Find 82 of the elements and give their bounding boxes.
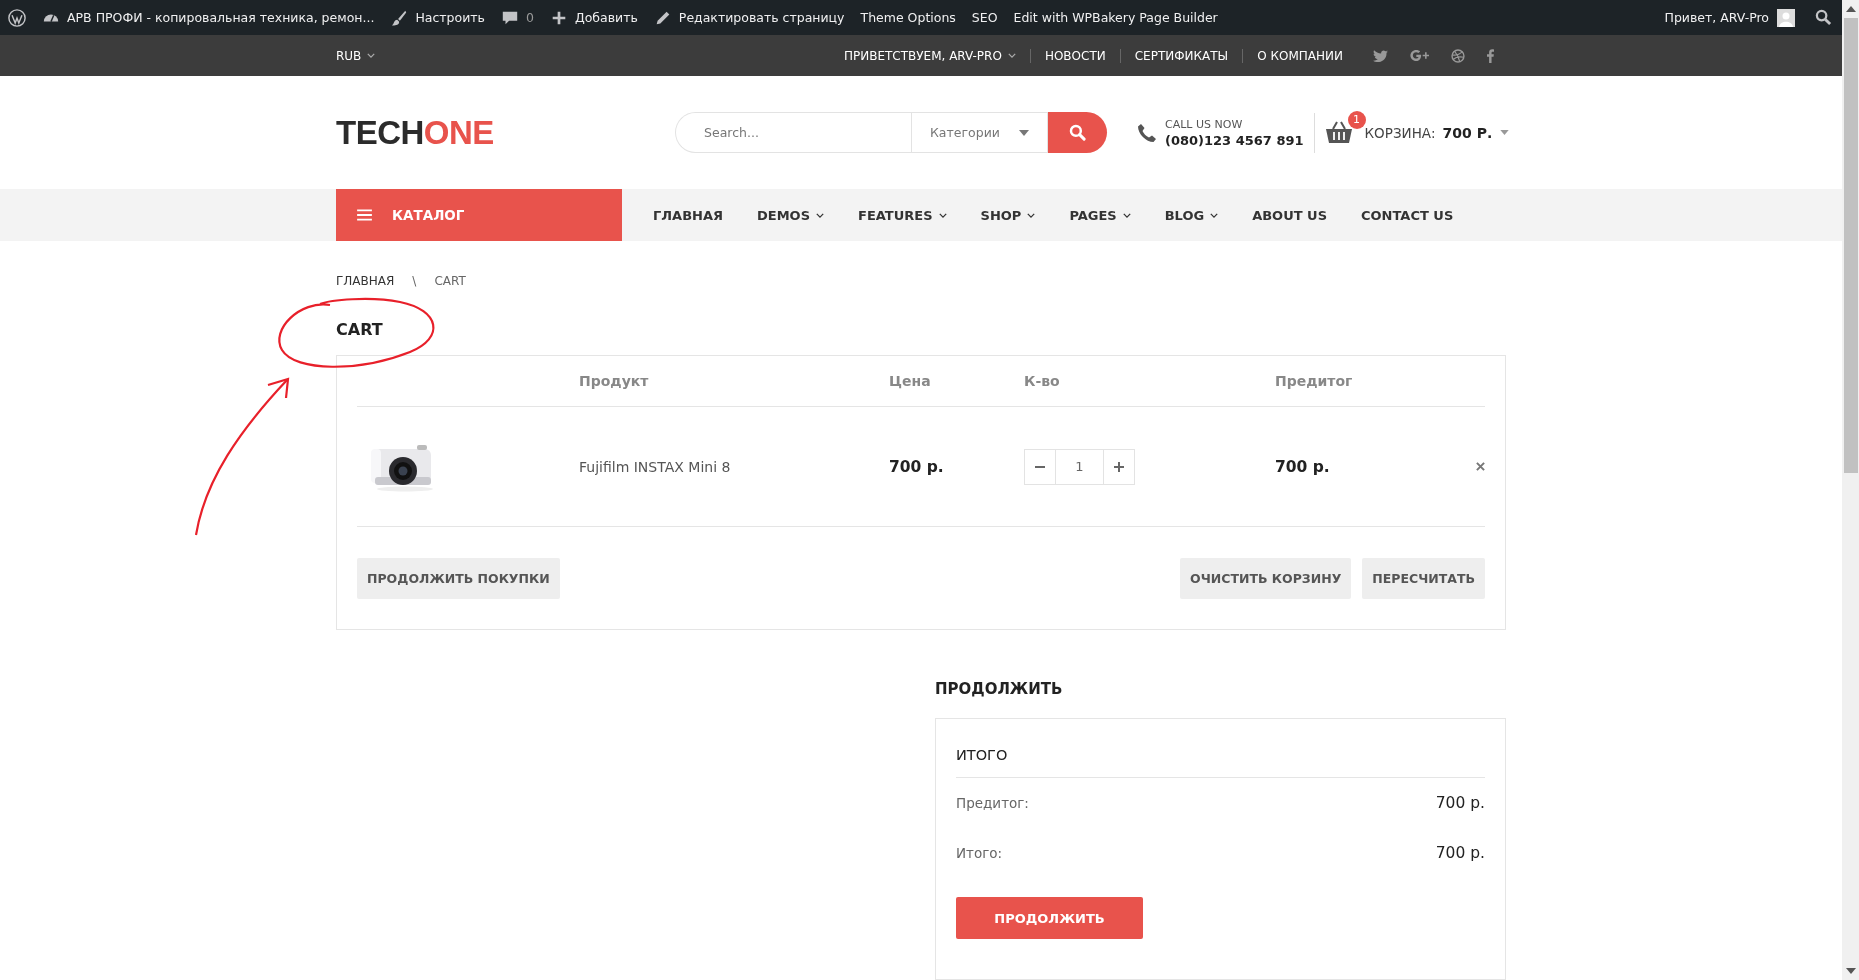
chevron-down-icon	[1007, 53, 1016, 58]
totals-value: 700 р.	[1435, 844, 1485, 862]
admin-bar-link[interactable]: Добавить	[574, 10, 638, 25]
clear-cart-button[interactable]: ОЧИСТИТЬ КОРЗИНУ	[1180, 558, 1352, 599]
column-header: Продукт	[579, 373, 650, 389]
paintbrush-icon	[390, 8, 409, 27]
totals-label: Предитог:	[956, 795, 1029, 811]
chevron-down-icon	[816, 212, 825, 218]
breadcrumb-separator: \	[412, 274, 417, 288]
scroll-up-icon[interactable]	[1845, 6, 1856, 12]
search-button[interactable]	[1048, 112, 1107, 153]
chevron-down-icon	[938, 212, 947, 218]
facebook-icon[interactable]	[1487, 48, 1494, 63]
comment-count[interactable]: 0	[525, 10, 534, 25]
nav-link[interactable]: FEATURES	[858, 207, 947, 223]
cart-label[interactable]: КОРЗИНА:	[1364, 124, 1436, 141]
continue-shopping-button[interactable]: ПРОДОЛЖИТЬ ПОКУПКИ	[357, 558, 560, 599]
nav-link[interactable]: ABOUT US	[1252, 207, 1328, 223]
breadcrumb-current: CART	[434, 274, 466, 288]
quantity-field[interactable]: 1	[1055, 449, 1104, 484]
triangle-down-icon	[1019, 129, 1029, 136]
column-header: Цена	[889, 373, 932, 389]
plus-icon	[1114, 461, 1124, 472]
nav-link[interactable]: PAGES	[1069, 207, 1131, 223]
admin-bar-link[interactable]: SEO	[971, 10, 998, 25]
column-header: Предитог	[1275, 373, 1354, 389]
admin-bar-link[interactable]: АРВ ПРОФИ - копировальная техника, ремон...	[67, 10, 375, 25]
catalog-button[interactable]: КАТАЛОГ	[336, 189, 622, 241]
quantity-stepper[interactable]: 1	[1024, 448, 1135, 485]
nav-link[interactable]: DEMOS	[757, 207, 825, 223]
checkout-button[interactable]: ПРОДОЛЖИТЬ	[956, 897, 1143, 939]
chevron-down-icon	[1210, 212, 1219, 218]
table-cell-text: 700 р.	[1275, 457, 1331, 476]
nav-link[interactable]: ГЛАВНАЯ	[653, 207, 723, 223]
totals-label: Итого:	[956, 845, 1003, 861]
page-title: CART	[336, 320, 384, 339]
breadcrumb-link[interactable]: ГЛАВНАЯ	[336, 274, 395, 288]
admin-bar-link[interactable]: Edit with WPBakery Page Builder	[1013, 10, 1218, 25]
nav-link[interactable]: CONTACT US	[1361, 207, 1454, 223]
phone-number: (080)123 4567 891	[1165, 132, 1304, 148]
search-icon	[1069, 124, 1086, 141]
chevron-down-icon	[1027, 212, 1036, 218]
nav-link[interactable]: BLOG	[1164, 207, 1219, 223]
section-heading: ПРОДОЛЖИТЬ	[935, 680, 1064, 698]
scrollbar[interactable]	[1842, 0, 1859, 980]
top-bar-link[interactable]: СЕРТИФИКАТЫ	[1120, 48, 1243, 63]
nav-link[interactable]: SHOP	[980, 207, 1036, 223]
chevron-down-icon	[1122, 212, 1131, 218]
admin-bar-link[interactable]: Редактировать страницу	[678, 10, 845, 25]
menu-icon	[357, 209, 372, 221]
scrollbar-thumb[interactable]	[1843, 18, 1858, 473]
top-bar-link[interactable]: НОВОСТИ	[1030, 48, 1120, 63]
admin-bar-link[interactable]: Настроить	[415, 10, 485, 25]
twitter-bird-icon[interactable]	[1373, 49, 1388, 62]
wordpress-logo-icon[interactable]	[8, 8, 26, 27]
scroll-down-icon[interactable]	[1845, 968, 1856, 974]
update-cart-button[interactable]: ПЕРЕСЧИТАТЬ	[1362, 558, 1485, 599]
site-logo[interactable]: TECHONE	[336, 113, 675, 152]
search-field[interactable]: Search...	[675, 112, 911, 153]
admin-bar-link[interactable]: Theme Options	[860, 10, 956, 25]
phone-icon	[1137, 122, 1157, 143]
search-icon[interactable]	[1815, 9, 1832, 26]
totals-value: 700 р.	[1435, 794, 1485, 812]
close-icon[interactable]	[1476, 462, 1485, 471]
table-cell-text: 700 р.	[889, 457, 945, 476]
user-greeting[interactable]: Привет, ARV-Pro	[1664, 10, 1769, 25]
cart-count-badge: 1	[1347, 110, 1366, 129]
currency-selector[interactable]: RUB	[336, 48, 376, 63]
category-dropdown[interactable]: Категории	[911, 112, 1048, 153]
avatar-icon[interactable]	[1777, 8, 1795, 27]
triangle-down-icon	[1500, 130, 1510, 135]
cart-total[interactable]: 700 Р.	[1442, 124, 1493, 141]
basket-icon[interactable]	[1324, 120, 1353, 145]
chevron-down-icon	[367, 53, 376, 58]
product-name-link[interactable]: Fujifilm INSTAX Mini 8	[579, 458, 889, 475]
totals-title: ИТОГО	[956, 741, 1485, 778]
phone-caption: CALL US NOW	[1165, 117, 1244, 131]
google-plus-icon[interactable]	[1410, 49, 1429, 62]
top-bar-link[interactable]: О КОМПАНИИ	[1243, 48, 1357, 63]
dribbble-ball-icon[interactable]	[1451, 48, 1465, 63]
top-bar-link[interactable]: ПРИВЕТСТВУЕМ, ARV-PRO	[829, 48, 1030, 63]
column-header: К-во	[1024, 373, 1061, 389]
